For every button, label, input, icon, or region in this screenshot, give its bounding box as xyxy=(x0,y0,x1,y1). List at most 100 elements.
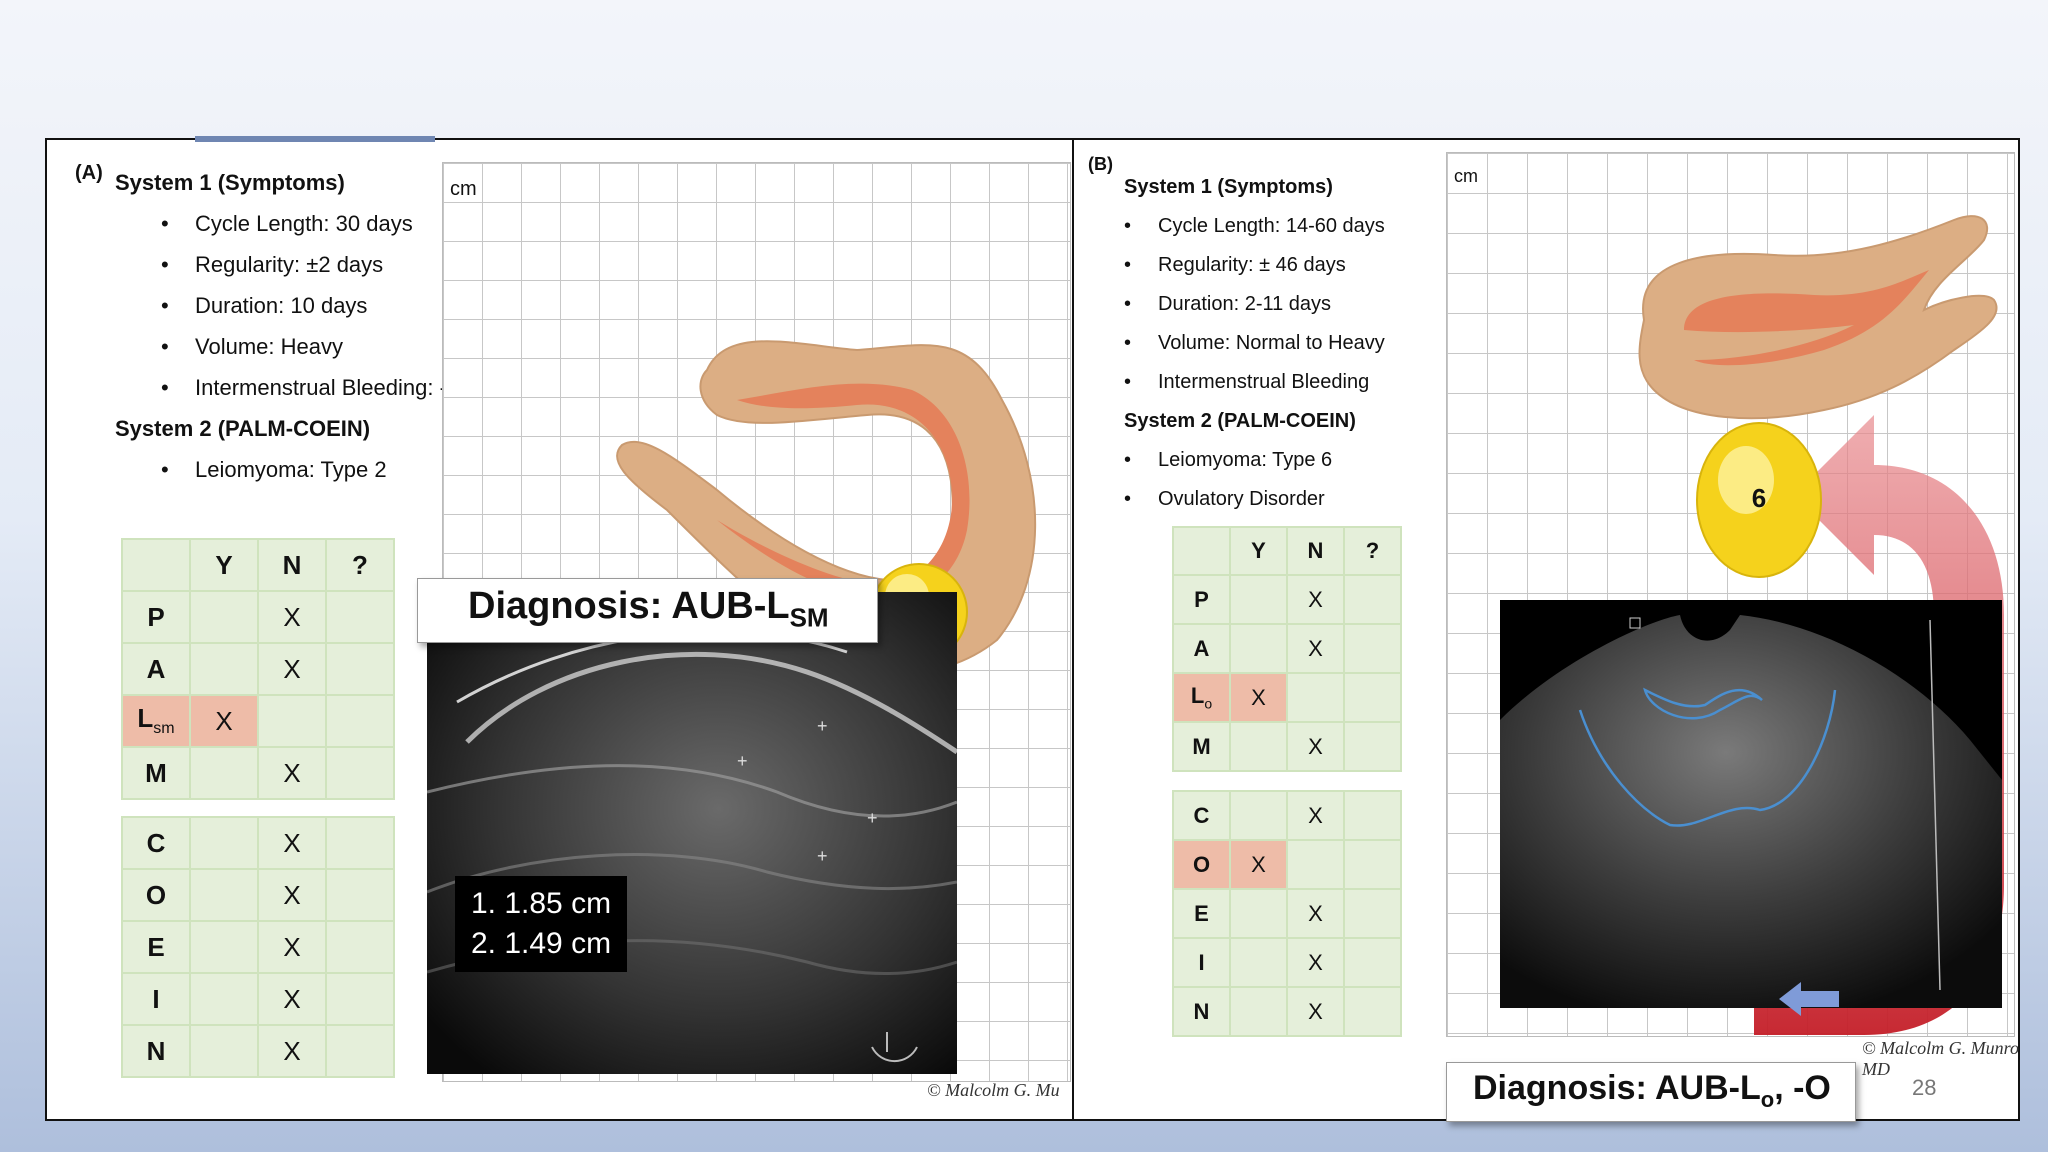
ultrasound-fan xyxy=(1500,600,2002,1008)
panel-a-coein-table: C X O X E X I X N X xyxy=(121,816,395,1078)
table-cell-q xyxy=(1343,790,1402,841)
table-header-cell: N xyxy=(257,538,327,592)
panel-b-finding: Ovulatory Disorder xyxy=(1124,480,1385,519)
table-header-cell: ? xyxy=(325,538,395,592)
table-cell-y: X xyxy=(1229,839,1288,890)
table-cell-q xyxy=(325,868,395,922)
table-row: P X xyxy=(1172,574,1402,625)
table-row: P X xyxy=(121,590,395,644)
table-cell-n: X xyxy=(257,868,327,922)
table-cell-q xyxy=(1343,574,1402,625)
panel-a-copyright: © Malcolm G. Mu xyxy=(927,1080,1060,1100)
panel-b-copyright: © Malcolm G. Munro MD xyxy=(1862,1038,2019,1079)
panel-b-symptom: Cycle Length: 14-60 days xyxy=(1124,207,1385,246)
table-cell-q xyxy=(325,642,395,696)
table-cell-y xyxy=(1229,888,1288,939)
table-row: I X xyxy=(121,972,395,1026)
diagnosis-subscript: o xyxy=(1760,1086,1775,1112)
svg-text:+: + xyxy=(737,751,748,771)
panel-b-system-text: System 1 (Symptoms) Cycle Length: 14-60 … xyxy=(1124,168,1385,519)
svg-text:+: + xyxy=(817,846,828,866)
table-cell-y xyxy=(189,868,259,922)
panel-a-finding: Leiomyoma: Type 2 xyxy=(161,449,447,490)
table-cell-y xyxy=(1229,721,1288,772)
table-cell-q xyxy=(1343,721,1402,772)
table-cell-y xyxy=(189,590,259,644)
table-cell-n: X xyxy=(257,642,327,696)
table-cell-y xyxy=(189,920,259,974)
table-row-label: A xyxy=(1172,623,1231,674)
table-cell-n: X xyxy=(1286,937,1345,988)
table-row: A X xyxy=(1172,623,1402,674)
table-cell-q xyxy=(1343,839,1402,890)
table-row-label: M xyxy=(121,746,191,800)
table-cell-n: X xyxy=(1286,623,1345,674)
panel-a-symptom: Volume: Heavy xyxy=(161,326,447,367)
table-row: E X xyxy=(1172,888,1402,939)
table-row-label: E xyxy=(121,920,191,974)
table-row: E X xyxy=(121,920,395,974)
table-cell-n xyxy=(1286,672,1345,723)
panel-b-symptom: Duration: 2-11 days xyxy=(1124,285,1385,324)
panel-a-symptom: Duration: 10 days xyxy=(161,285,447,326)
table-cell-q xyxy=(325,1024,395,1078)
table-cell-q xyxy=(1343,623,1402,674)
table-cell-n xyxy=(1286,839,1345,890)
panel-b-finding-list: Leiomyoma: Type 6 Ovulatory Disorder xyxy=(1124,441,1385,519)
panel-a-symptom-list: Cycle Length: 30 days Regularity: ±2 day… xyxy=(161,203,447,408)
table-header-cell xyxy=(121,538,191,592)
panel-a-label: (A) xyxy=(75,162,103,184)
table-cell-q xyxy=(1343,672,1402,723)
panel-a: (A) System 1 (Symptoms) Cycle Length: 30… xyxy=(47,140,1071,1119)
table-row-label: A xyxy=(121,642,191,696)
table-cell-y xyxy=(189,816,259,870)
table-cell-n: X xyxy=(257,1024,327,1078)
panel-a-finding-list: Leiomyoma: Type 2 xyxy=(161,449,447,490)
table-header-cell: ? xyxy=(1343,526,1402,576)
panel-b-diagnosis-label: Diagnosis: AUB-Lo, -O xyxy=(1446,1062,1856,1122)
diagnosis-suffix: , -O xyxy=(1774,1069,1831,1107)
table-row-highlighted: O X xyxy=(1172,839,1402,890)
panel-b-symptom: Volume: Normal to Heavy xyxy=(1124,324,1385,363)
svg-text:+: + xyxy=(817,716,828,736)
svg-text:+: + xyxy=(867,808,878,828)
table-cell-q xyxy=(325,920,395,974)
table-row: O X xyxy=(121,868,395,922)
table-row-label: C xyxy=(121,816,191,870)
panel-a-measurements: 1. 1.85 cm 2. 1.49 cm xyxy=(455,876,628,972)
table-cell-n: X xyxy=(257,590,327,644)
table-row-label: I xyxy=(121,972,191,1026)
panel-b-symptom: Regularity: ± 46 days xyxy=(1124,246,1385,285)
table-cell-q xyxy=(325,816,395,870)
table-row-label: C xyxy=(1172,790,1231,841)
table-cell-y: X xyxy=(1229,672,1288,723)
panel-a-symptom: Cycle Length: 30 days xyxy=(161,203,447,244)
table-cell-q xyxy=(325,746,395,800)
table-row: C X xyxy=(1172,790,1402,841)
table-cell-n: X xyxy=(257,816,327,870)
table-cell-n: X xyxy=(1286,888,1345,939)
table-cell-y xyxy=(189,642,259,696)
table-cell-y xyxy=(1229,790,1288,841)
table-cell-q xyxy=(1343,888,1402,939)
panel-b-coein-table: C X O X E X I X N X xyxy=(1172,790,1402,1037)
table-header-cell xyxy=(1172,526,1231,576)
table-cell-y xyxy=(1229,937,1288,988)
table-row-label: N xyxy=(121,1024,191,1078)
table-header-cell: Y xyxy=(189,538,259,592)
row-subscript: sm xyxy=(153,720,175,738)
panel-a-ultrasound-image: + + + + xyxy=(427,592,957,1074)
table-row: N X xyxy=(1172,986,1402,1037)
table-cell-n: X xyxy=(1286,574,1345,625)
table-header-row: Y N ? xyxy=(121,538,395,592)
table-row: C X xyxy=(121,816,395,870)
measurement-line: 2. 1.49 cm xyxy=(471,927,612,960)
table-row-label: Lo xyxy=(1172,672,1231,723)
panel-b-label: (B) xyxy=(1088,154,1113,174)
row-letter: L xyxy=(137,703,154,734)
diagnosis-subscript: SM xyxy=(789,602,829,633)
table-header-row: Y N ? xyxy=(1172,526,1402,576)
table-row-label: I xyxy=(1172,937,1231,988)
table-row-label: P xyxy=(121,590,191,644)
table-row: N X xyxy=(121,1024,395,1078)
